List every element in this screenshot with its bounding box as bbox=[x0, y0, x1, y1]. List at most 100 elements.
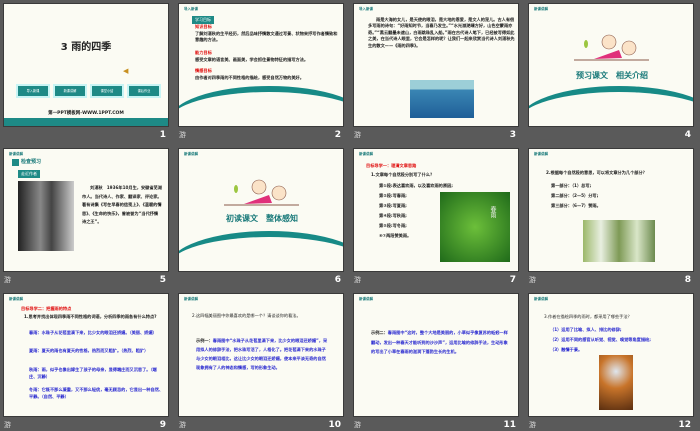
slide-thumbnail-12[interactable]: 新课讲解 3.作者在描绘四季的雨时，都采用了哪些手法？ （1）运用了比喻、拟人、… bbox=[528, 293, 694, 417]
question: 1.思考并找出体现四季雨不同性格的词语，分析四季的雨各有什么特点? bbox=[24, 314, 157, 319]
paragraph: 刘湛秋 1936年10月生，安徽省芜湖市人。当代诗人、作家、翻译家、评论家。著有… bbox=[82, 185, 162, 224]
slide-number: 12 bbox=[678, 420, 691, 430]
autumn-image bbox=[599, 355, 633, 410]
animation-icon[interactable]: 游 bbox=[529, 420, 536, 430]
slide-number: 6 bbox=[334, 275, 341, 285]
slide-thumbnail-2[interactable]: 导入新课 学习目标 知识目标 了解刘湛秋的生平经历，然后品味抒情散文通过写景、状… bbox=[178, 3, 344, 127]
question: 3.作者在描绘四季的雨时，都采用了哪些手法？ bbox=[544, 314, 632, 319]
question: 2.根据每个自然段的意思，可以将文章分为几个部分？ bbox=[546, 170, 647, 175]
list-item: 春雨：水珠子从花苞里滴下来，比少女的眼泪还娇媚。（美丽、娇媚） bbox=[29, 330, 157, 335]
animation-icon[interactable]: 游 bbox=[179, 130, 186, 140]
slide-header: 新课讲解 bbox=[9, 297, 23, 301]
slide-thumbnail-9[interactable]: 新课讲解 目标导学二：把握雨的特点 1.思考并找出体现四季雨不同性格的词语，分析… bbox=[3, 293, 169, 417]
wave-decoration bbox=[529, 86, 693, 126]
slide-thumbnail-8[interactable]: 新课讲解 2.根据每个自然段的意思，可以将文章分为几个部分？ 第一部分：（1）总… bbox=[528, 148, 694, 272]
question: 2.这四幅美丽图中你最喜欢的是哪一个？请谈谈你的看法。 bbox=[192, 313, 301, 318]
section-title: 预习课文 相关介绍 bbox=[576, 71, 648, 80]
author-photo bbox=[18, 181, 74, 251]
nav-button: 课堂小结 bbox=[92, 86, 122, 96]
slide-thumbnail-7[interactable]: 新课讲解 目标导学一：理清文章思路 1.文章每个自然段分别写了什么？ 第①段:表… bbox=[353, 148, 519, 272]
animation-icon[interactable]: 游 bbox=[529, 275, 536, 285]
spring-rain-image: 春雨 bbox=[440, 192, 510, 262]
section-title: 检查预习 bbox=[21, 159, 42, 165]
slide-header: 新课讲解 bbox=[359, 152, 373, 156]
animation-icon[interactable]: 游 bbox=[4, 275, 11, 285]
paragraph: 春雨图中“这时，整个大地是美丽的，小草似乎像复苏的蚯蚓一样翻动，发出一种春天才能… bbox=[371, 330, 508, 354]
slide-number: 3 bbox=[509, 130, 516, 140]
list-item: 第三部分：（6—7）赞雨。 bbox=[551, 203, 601, 208]
animation-icon[interactable]: 游 bbox=[354, 130, 361, 140]
heading: 知识目标 bbox=[195, 24, 212, 29]
slide-header: 新课讲解 bbox=[534, 152, 548, 156]
slide-number: 2 bbox=[334, 130, 341, 140]
list-item: 第②段:写春雨; bbox=[379, 193, 407, 198]
slide-header: 新课讲解 bbox=[9, 152, 23, 156]
slide-header: 新课讲解 bbox=[359, 297, 373, 301]
slide-thumbnail-4[interactable]: 新课讲解 预习课文 相关介绍 bbox=[528, 3, 694, 127]
speaker-icon: ◀ bbox=[123, 67, 129, 75]
section-title: 初读课文 整体感知 bbox=[226, 214, 298, 223]
paragraph: 了解刘湛秋的生平经历，然后品味抒情散文通过写景、状物来抒写作者情致和意趣的方法。 bbox=[195, 31, 338, 43]
list-item: ⑥⑦两段赞美雨。 bbox=[379, 233, 412, 238]
slide-thumbnail-5[interactable]: 新课讲解 检查预习 走近作者 刘湛秋 1936年10月生，安徽省芜湖市人。当代诗… bbox=[3, 148, 169, 272]
paragraph: 感受文章的语言美、画面美，学会抓住景物特征的描写方法。 bbox=[195, 57, 309, 62]
sea-image bbox=[410, 80, 474, 118]
wave-decoration bbox=[179, 231, 343, 271]
example-label: 示例一： bbox=[196, 338, 213, 343]
nav-button: 导入新课 bbox=[18, 86, 48, 96]
list-item: 第④段:写秋雨; bbox=[379, 213, 407, 218]
slide-number: 10 bbox=[328, 420, 341, 430]
heading: 目标导学一：理清文章思路 bbox=[366, 163, 417, 168]
list-item: 夏雨：夏天的雨也有夏天的性格，热烈而又粗犷。（热烈、粗犷） bbox=[29, 348, 149, 353]
slide-thumbnail-10[interactable]: 新课讲解 2.这四幅美丽图中你最喜欢的是哪一个？请谈谈你的看法。 示例一：春雨图… bbox=[178, 293, 344, 417]
list-item: （2）运用不同的感官从听觉、视觉、嗅觉等角度描绘; bbox=[550, 337, 651, 342]
nature-image bbox=[583, 220, 655, 262]
animation-icon[interactable]: 游 bbox=[354, 420, 361, 430]
example-label: 示例二： bbox=[371, 330, 388, 335]
section-box: 学习目标 bbox=[192, 16, 214, 24]
list-item: 第①段:表达喜欢雨，以及喜欢雨的原因; bbox=[379, 183, 453, 188]
list-item: （1）运用了比喻、拟人、排比的修辞; bbox=[550, 327, 622, 332]
nav-button: 新课讲解 bbox=[55, 86, 85, 96]
list-item: 第一部分：（1）总写; bbox=[551, 183, 592, 188]
slide-number: 8 bbox=[684, 275, 691, 285]
list-item: 第③段:写夏雨; bbox=[379, 203, 407, 208]
heading: 能力目标 bbox=[195, 50, 212, 55]
animation-icon[interactable]: 游 bbox=[179, 420, 186, 430]
slide-header: 导入新课 bbox=[184, 7, 198, 11]
cartoon-kids-illustration bbox=[574, 34, 649, 61]
list-item: 第二部分：（2—5）分写; bbox=[551, 193, 599, 198]
image-caption: 春雨 bbox=[489, 206, 496, 218]
list-item: （3）融情于景。 bbox=[550, 347, 583, 352]
slide-footer: 第一PPT模板网-WWW.1PPT.COM bbox=[48, 111, 124, 116]
slide-number: 1 bbox=[159, 130, 166, 140]
paragraph: 雨是大海的女儿，是天使的眼泪，是大地的恩爱，是文人的宠儿。古人有很多写雨的诗句：… bbox=[368, 17, 515, 48]
slide-number: 4 bbox=[684, 130, 691, 140]
slide-thumbnail-1[interactable]: 3 雨的四季 ◀ 导入新课 新课讲解 课堂小结 课后作业 第一PPT模板网-WW… bbox=[3, 3, 169, 127]
slide-header: 新课讲解 bbox=[534, 297, 548, 301]
wave-decoration bbox=[179, 86, 343, 126]
slide-number: 9 bbox=[159, 420, 166, 430]
question: 1.文章每个自然段分别写了什么？ bbox=[371, 172, 435, 177]
slide-header: 导入新课 bbox=[359, 7, 373, 11]
cartoon-kids-illustration bbox=[224, 179, 299, 206]
slide-number: 11 bbox=[503, 420, 516, 430]
animation-icon[interactable]: 游 bbox=[4, 420, 11, 430]
heading: 目标导学二：把握雨的特点 bbox=[21, 306, 72, 311]
slide-header: 新课讲解 bbox=[184, 297, 198, 301]
slide-title: 3 雨的四季 bbox=[60, 42, 112, 53]
list-item: 第⑤段:写冬雨; bbox=[379, 223, 407, 228]
slide-thumbnail-3[interactable]: 导入新课 雨是大海的女儿，是天使的眼泪，是大地的恩爱，是文人的宠儿。古人有很多写… bbox=[353, 3, 519, 127]
nav-button: 课后作业 bbox=[129, 86, 159, 96]
list-item: 秋雨：雨，似乎也像出嫁生了孩子的母亲，显得端庄而又沉思了。（端庄、沉静） bbox=[29, 367, 157, 380]
paragraph: 春雨图中“水珠子从花苞里滴下来，比少女的眼泪还娇媚”，采用拟人的修辞手法，把水珠… bbox=[196, 338, 328, 370]
slide-header: 新课讲解 bbox=[184, 152, 198, 156]
list-item: 冬雨：它既不那么凝重，又不那么轻佻，毫无顾忌的，它显出一种自然、平静。（自然、平… bbox=[29, 387, 164, 400]
slide-header: 新课讲解 bbox=[534, 7, 548, 11]
slide-thumbnail-6[interactable]: 新课讲解 初读课文 整体感知 bbox=[178, 148, 344, 272]
animation-icon[interactable]: 游 bbox=[354, 275, 361, 285]
slide-thumbnail-11[interactable]: 新课讲解 示例二：春雨图中“这时，整个大地是美丽的，小草似乎像复苏的蚯蚓一样翻动… bbox=[353, 293, 519, 417]
slide-number: 5 bbox=[159, 275, 166, 285]
footer-bar bbox=[4, 118, 168, 126]
heading: 情感目标 bbox=[195, 68, 212, 73]
